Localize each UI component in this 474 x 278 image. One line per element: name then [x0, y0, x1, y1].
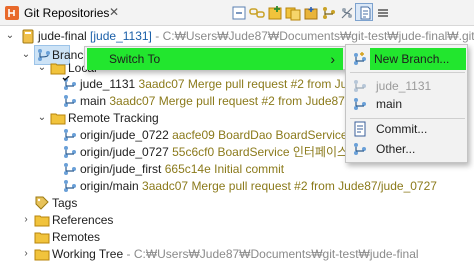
- filter-icon[interactable]: [337, 3, 355, 21]
- branch-name: origin/main: [80, 179, 139, 193]
- commit-hash: aacfe09: [172, 128, 215, 142]
- commit-hash: 665c14e: [164, 162, 211, 176]
- working-tree-label: Working Tree: [52, 247, 124, 261]
- commit-message: Merge pull request #2 from Jude87/jude_0…: [191, 179, 437, 193]
- commit-hash: 3aadc07: [138, 77, 185, 91]
- create-repository-icon[interactable]: [301, 3, 319, 21]
- context-menu: Switch To ›: [84, 46, 346, 70]
- tree-row-repository[interactable]: ⌄ jude-final [jude_1131] - C:₩Users₩Jude…: [0, 26, 474, 46]
- other-label: Other...: [376, 142, 416, 156]
- new-branch-menu-item[interactable]: New Branch...: [370, 48, 466, 70]
- menu-separator: [350, 72, 465, 73]
- branch-name: jude_1131: [80, 77, 136, 91]
- repository-path: - C:₩Users₩Jude87₩Documents₩git-test₩jud…: [155, 29, 474, 43]
- new-branch-label: New Branch...: [374, 52, 450, 66]
- folder-icon: [34, 249, 50, 261]
- switch-to-label: Switch To: [109, 52, 161, 66]
- other-menu-item[interactable]: Other...: [348, 138, 466, 160]
- add-repository-icon[interactable]: [265, 3, 283, 21]
- view-title: Git Repositories: [24, 6, 110, 20]
- chevron-down-icon[interactable]: ⌄: [4, 26, 16, 46]
- commit-hash: 3aadc07: [142, 179, 189, 193]
- view-menu-icon[interactable]: [373, 3, 391, 21]
- repository-name: jude-final [jude_1131] - C:₩Users₩Jude87…: [38, 29, 474, 43]
- commit-message: Initial commit: [214, 162, 285, 176]
- close-icon[interactable]: ✕: [109, 5, 119, 19]
- branch-icon: [64, 95, 76, 107]
- view-tab-bar: Git Repositories ✕: [0, 0, 474, 26]
- branch-icon: [64, 180, 76, 192]
- working-tree-path: - C:₩Users₩Jude87₩Documents₩git-test₩jud…: [126, 247, 419, 261]
- branch-name: origin/jude_first: [80, 162, 162, 176]
- branch-icon: [354, 98, 366, 110]
- tree-row-working-tree[interactable]: › Working Tree - C:₩Users₩Jude87₩Documen…: [0, 244, 474, 264]
- submenu-arrow-icon: ›: [330, 51, 335, 67]
- commit-hash: 3aadc07: [109, 94, 156, 108]
- main-branch-label: main: [376, 97, 403, 111]
- chevron-right-icon[interactable]: ›: [20, 244, 32, 264]
- commit-hash: 55c6cf0: [172, 145, 215, 159]
- repository-branch: [jude_1131]: [90, 29, 152, 43]
- branch-checked-out-icon: [354, 80, 366, 92]
- tags-icon: [35, 196, 49, 210]
- new-branch-icon: [354, 52, 366, 65]
- branch-name: origin/jude_0722: [80, 128, 169, 142]
- repository-icon: [22, 29, 34, 44]
- folder-icon: [50, 113, 66, 125]
- link-with-selection-icon[interactable]: [247, 3, 265, 21]
- hierarchical-layout-icon[interactable]: [355, 3, 373, 21]
- branch-checked-out-icon: [62, 76, 76, 90]
- clone-repository-icon[interactable]: [283, 3, 301, 21]
- commit-icon: [354, 121, 366, 137]
- folder-icon: [34, 215, 50, 227]
- commit-label: Commit...: [376, 122, 428, 136]
- branch-icon: [64, 129, 76, 141]
- other-branches-icon: [354, 143, 366, 155]
- collapse-all-icon[interactable]: [229, 3, 247, 21]
- git-repositories-icon: [5, 6, 19, 20]
- branch-icon: [64, 163, 76, 175]
- branch-icon: [64, 146, 76, 158]
- branch-tree-icon[interactable]: [319, 3, 337, 21]
- folder-icon: [34, 232, 50, 244]
- branch-name: origin/jude_0727: [80, 145, 169, 159]
- branch-name: main: [80, 94, 107, 108]
- main-branch-menu-item[interactable]: main: [348, 93, 466, 115]
- switch-to-submenu: New Branch... jude_1131 main Commit... O…: [345, 44, 468, 163]
- switch-to-menu-item[interactable]: Switch To ›: [87, 48, 343, 70]
- commit-menu-item[interactable]: Commit...: [348, 118, 466, 140]
